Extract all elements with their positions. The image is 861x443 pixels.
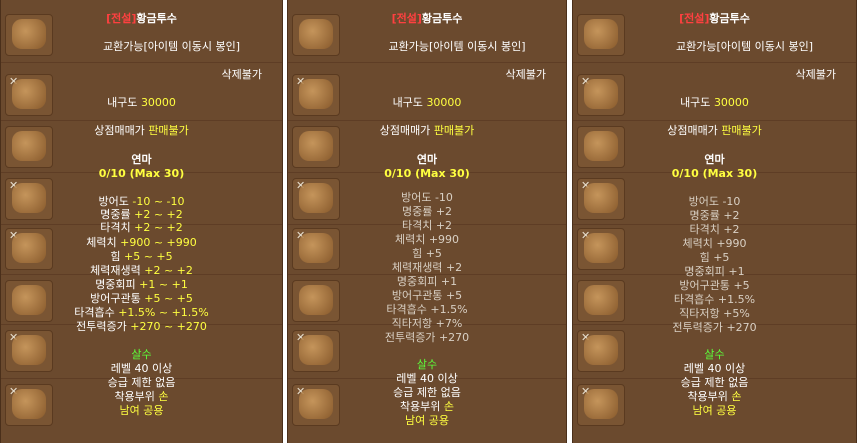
stat-line: 직타저항 +5% xyxy=(679,307,750,320)
level-requirement: 레벨 40 이상 xyxy=(110,362,173,375)
equip-slot: 착용부위 손 xyxy=(687,390,742,403)
delete-info: 삭제불가 xyxy=(221,68,262,81)
stat-line: 타격흡수 +1.5% ~ +1.5% xyxy=(74,306,209,319)
enhance-progress: 0/10 (Max 30) xyxy=(98,167,185,180)
stat-line: 힘 +5 ~ +5 xyxy=(110,250,173,263)
enhance-progress: 0/10 (Max 30) xyxy=(671,167,758,180)
enhance-progress: 0/10 (Max 30) xyxy=(384,167,470,180)
stat-line: 명중회피 +1 xyxy=(684,265,745,278)
stat-line: 방어도 -10 xyxy=(688,195,741,208)
item-slot[interactable]: ✕ xyxy=(292,74,340,116)
stat-line: 체력재생력 +2 ~ +2 xyxy=(90,264,193,277)
shop-price: 상점매매가 판매불가 xyxy=(94,124,189,137)
stat-line: 직타저항 +7% xyxy=(391,317,463,330)
trade-info: 교환가능[아이템 이동시 봉인] xyxy=(675,40,813,53)
stat-line: 전투력증가 +270 xyxy=(672,321,757,334)
shop-price: 상점매매가 판매불가 xyxy=(379,124,475,137)
item-tooltip-panel-3: ✕ ✕ ✕ ✕ ✕ [전설]황금투수 교환가능[아이템 이동시 봉인] 삭제불가… xyxy=(572,0,857,443)
stat-line: 타격치 +2 ~ +2 xyxy=(100,221,183,234)
stat-line: 방어구관통 +5 xyxy=(679,279,750,292)
stat-line: 방어구관통 +5 ~ +5 xyxy=(90,292,193,305)
stat-line: 타격흡수 +1.5% xyxy=(386,303,468,316)
stat-line: 명중회피 +1 ~ +1 xyxy=(95,278,188,291)
equip-slot: 착용부위 손 xyxy=(399,400,455,413)
stat-line: 명중회피 +1 xyxy=(396,275,458,288)
trade-info: 교환가능[아이템 이동시 봉인] xyxy=(102,40,240,53)
stat-line: 명중률 +2 xyxy=(689,209,740,222)
enhance-title: 연마 xyxy=(416,153,438,166)
stat-line: 체력치 +990 xyxy=(682,237,747,250)
item-tooltip-panel-2: ✕ ✕ ✕ ✕ ✕ [전설]황금투수 교환가능[아이템 이동시 봉인] 삭제불가… xyxy=(287,0,567,443)
stat-line: 명중률 +2 ~ +2 xyxy=(100,208,183,221)
item-slot[interactable]: ✕ xyxy=(5,74,53,116)
promotion-restriction: 승급 제한 없음 xyxy=(393,386,461,399)
durability: 내구도 30000 xyxy=(680,96,749,109)
class-name: 살수 xyxy=(704,348,725,361)
promotion-restriction: 승급 제한 없음 xyxy=(680,376,749,389)
stat-line: 방어구관통 +5 xyxy=(391,289,463,302)
gender-restriction: 남여 공용 xyxy=(692,404,737,417)
stat-line: 명중률 +2 xyxy=(401,205,453,218)
shop-price: 상점매매가 판매불가 xyxy=(667,124,762,137)
stat-line: 타격치 +2 xyxy=(689,223,740,236)
gender-restriction: 남여 공용 xyxy=(405,414,449,427)
stat-line: 타격치 +2 xyxy=(401,219,453,232)
stat-line: 체력치 +990 xyxy=(394,233,460,246)
item-slot[interactable]: ✕ xyxy=(577,74,625,116)
stat-line: 전투력증가 +270 ~ +270 xyxy=(76,320,207,333)
stat-line: 힘 +5 xyxy=(699,251,730,264)
enhance-title: 연마 xyxy=(704,153,725,166)
stat-line: 체력치 +900 ~ +990 xyxy=(86,236,197,249)
class-name: 살수 xyxy=(131,348,152,361)
delete-info: 삭제불가 xyxy=(505,68,546,81)
level-requirement: 레벨 40 이상 xyxy=(396,372,458,385)
stat-line: 타격흡수 +1.5% xyxy=(673,293,756,306)
durability: 내구도 30000 xyxy=(392,96,462,109)
stat-line: 전투력증가 +270 xyxy=(384,331,470,344)
level-requirement: 레벨 40 이상 xyxy=(683,362,746,375)
stat-line: 방어도 -10 xyxy=(401,191,453,204)
stat-line: 방어도 -10 ~ -10 xyxy=(98,195,185,208)
promotion-restriction: 승급 제한 없음 xyxy=(107,376,176,389)
item-title: [전설]황금투수 xyxy=(679,12,750,25)
trade-info: 교환가능[아이템 이동시 봉인] xyxy=(388,40,526,53)
class-name: 살수 xyxy=(416,358,438,371)
item-title: [전설]황금투수 xyxy=(391,12,463,25)
gender-restriction: 남여 공용 xyxy=(119,404,164,417)
equip-slot: 착용부위 손 xyxy=(114,390,169,403)
item-tooltip-panel-1: ✕ ✕ ✕ ✕ ✕ [전설]황금투수 교환가능[아이템 이동시 봉인] 삭제불가… xyxy=(0,0,283,443)
enhance-title: 연마 xyxy=(131,153,152,166)
delete-info: 삭제불가 xyxy=(795,68,836,81)
stat-line: 체력재생력 +2 xyxy=(391,261,463,274)
stat-line: 힘 +5 xyxy=(412,247,442,260)
durability: 내구도 30000 xyxy=(107,96,176,109)
item-title: [전설]황금투수 xyxy=(106,12,177,25)
